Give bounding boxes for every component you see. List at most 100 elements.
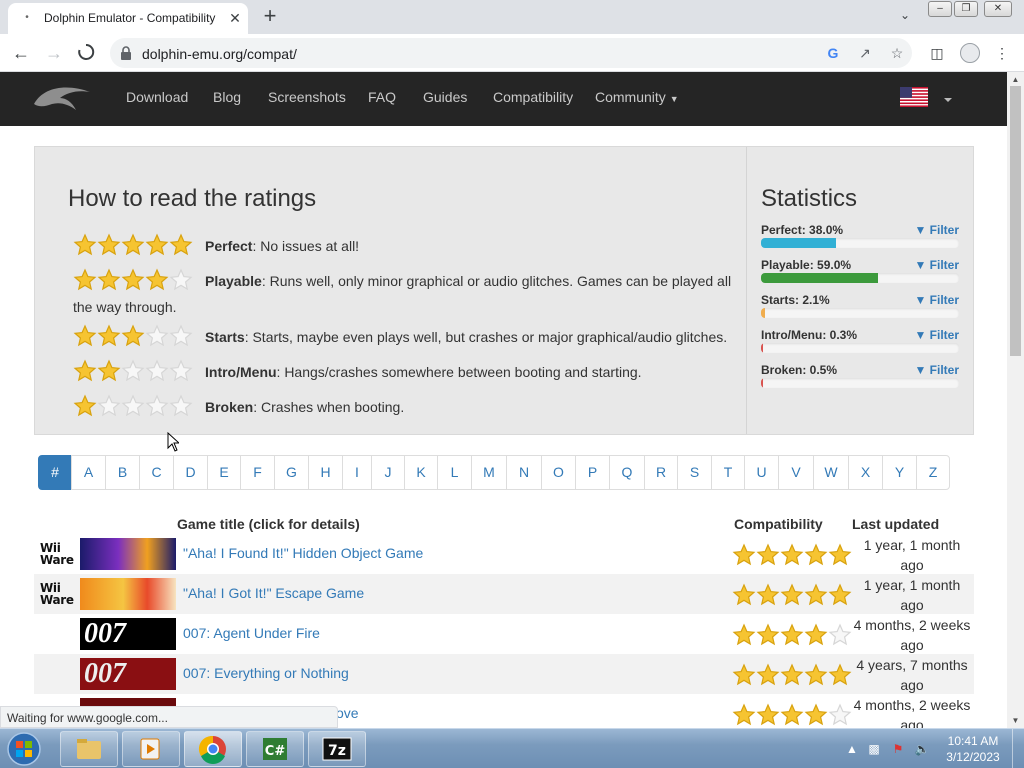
tab-search-chevron-icon[interactable]: ⌄: [896, 8, 914, 26]
game-title-link[interactable]: 007: Everything or Nothing: [183, 665, 349, 681]
two-star-icon: [73, 359, 193, 388]
share-icon[interactable]: ↗: [856, 44, 874, 62]
system-clock[interactable]: 10:41 AM 3/12/2023: [940, 733, 1006, 765]
taskbar-7zip[interactable]: 7z: [308, 731, 366, 767]
taskbar-media-player[interactable]: [122, 731, 180, 767]
col-header-title[interactable]: Game title (click for details): [177, 516, 360, 532]
pager-letter-t[interactable]: T: [711, 455, 745, 490]
table-row[interactable]: 007 007: Agent Under Fire 4 months, 2 we…: [34, 614, 974, 654]
filter-button[interactable]: ▼ Filter: [914, 328, 959, 342]
pager-letter-s[interactable]: S: [677, 455, 712, 490]
filter-button[interactable]: ▼ Filter: [914, 363, 959, 377]
table-row[interactable]: Wii Ware "Aha! I Found It!" Hidden Objec…: [34, 534, 974, 574]
lock-icon: [121, 46, 131, 60]
rating-text: : Starts, maybe even plays well, but cra…: [244, 329, 728, 346]
progress-bar: [761, 378, 959, 388]
pager-letter-w[interactable]: W: [813, 455, 849, 490]
scroll-down-arrow-icon[interactable]: ▼: [1011, 716, 1020, 725]
pager-letter-o[interactable]: O: [541, 455, 576, 490]
rating-text: : Crashes when booting.: [253, 399, 405, 416]
minimize-button[interactable]: –: [928, 1, 952, 17]
browser-tab-active[interactable]: • Dolphin Emulator - Compatibility ✕: [8, 3, 248, 34]
pager-letter-q[interactable]: Q: [609, 455, 645, 490]
rating-label: Starts: [205, 329, 245, 346]
taskbar-chrome[interactable]: [184, 731, 242, 767]
pager-letter-n[interactable]: N: [506, 455, 542, 490]
scrollbar-thumb[interactable]: [1010, 86, 1021, 356]
filter-label: Filter: [929, 258, 959, 272]
table-row[interactable]: Wii Ware "Aha! I Got It!" Escape Game 1 …: [34, 574, 974, 614]
filter-button[interactable]: ▼ Filter: [914, 258, 959, 272]
folder-icon: [77, 739, 101, 759]
pager-letter-r[interactable]: R: [644, 455, 678, 490]
language-caret-icon[interactable]: [944, 98, 952, 102]
game-title-link[interactable]: "Aha! I Found It!" Hidden Object Game: [183, 545, 423, 561]
filter-button[interactable]: ▼ Filter: [914, 223, 959, 237]
page-scrollbar[interactable]: ▲ ▼: [1007, 72, 1024, 728]
forward-arrow-icon[interactable]: →: [42, 42, 66, 64]
tray-expand-icon[interactable]: ▲: [844, 741, 860, 757]
chrome-icon: [198, 735, 226, 764]
us-flag-icon[interactable]: [900, 87, 928, 107]
pager-letter-v[interactable]: V: [778, 455, 814, 490]
pager-letter-h[interactable]: H: [308, 455, 343, 490]
nav-faq[interactable]: FAQ: [368, 89, 396, 105]
new-tab-button[interactable]: +: [258, 5, 282, 29]
pager-letter-e[interactable]: E: [207, 455, 241, 490]
pager-letter-a[interactable]: A: [71, 455, 106, 490]
pager-letter-i[interactable]: I: [342, 455, 372, 490]
table-row[interactable]: 007 007: Everything or Nothing 4 years, …: [34, 654, 974, 694]
browser-menu-icon[interactable]: ⋮: [993, 44, 1011, 62]
side-panel-icon[interactable]: ◫: [928, 44, 946, 62]
pager-letter-u[interactable]: U: [744, 455, 779, 490]
filter-button[interactable]: ▼ Filter: [914, 293, 959, 307]
pager-letter-p[interactable]: P: [575, 455, 610, 490]
action-center-flag-icon[interactable]: ⚑: [890, 741, 906, 757]
scroll-up-arrow-icon[interactable]: ▲: [1011, 75, 1020, 84]
bookmark-star-icon[interactable]: ☆: [888, 44, 906, 62]
game-title-link[interactable]: 007: Agent Under Fire: [183, 625, 320, 641]
pager-letter-l[interactable]: L: [437, 455, 472, 490]
pager-letter-f[interactable]: F: [240, 455, 275, 490]
network-icon[interactable]: ▩: [866, 741, 882, 757]
taskbar-csharp-editor[interactable]: C#: [246, 731, 304, 767]
pager-letter-j[interactable]: J: [371, 455, 405, 490]
progress-fill: [761, 238, 837, 248]
volume-icon[interactable]: 🔈: [914, 741, 930, 757]
nav-download[interactable]: Download: [126, 89, 188, 105]
tab-close-icon[interactable]: ✕: [226, 9, 244, 27]
pager-letter-d[interactable]: D: [173, 455, 208, 490]
profile-avatar-icon[interactable]: [960, 43, 980, 63]
game-title-link[interactable]: "Aha! I Got It!" Escape Game: [183, 585, 364, 601]
nav-blog[interactable]: Blog: [213, 89, 241, 105]
pager-letter-y[interactable]: Y: [882, 455, 917, 490]
game-title-link[interactable]: ove: [336, 705, 359, 721]
taskbar-explorer[interactable]: [60, 731, 118, 767]
restore-button[interactable]: ❐: [954, 1, 978, 17]
nav-guides[interactable]: Guides: [423, 89, 467, 105]
pager-letter-z[interactable]: Z: [916, 455, 950, 490]
stop-loading-icon[interactable]: [74, 42, 98, 64]
pager-letter-m[interactable]: M: [471, 455, 507, 490]
nav-community[interactable]: Community ▼: [595, 89, 679, 105]
col-header-last-updated[interactable]: Last updated: [852, 516, 939, 532]
google-icon[interactable]: G: [824, 44, 842, 62]
pager-letter-c[interactable]: C: [139, 455, 174, 490]
address-bar[interactable]: dolphin-emu.org/compat/ G ↗ ☆: [110, 38, 912, 68]
windows-start-button[interactable]: [4, 730, 44, 768]
nav-compatibility[interactable]: Compatibility: [493, 89, 573, 105]
pager-letter-x[interactable]: X: [848, 455, 883, 490]
seven-zip-icon: 7z: [322, 737, 352, 761]
dolphin-logo-icon[interactable]: [32, 82, 94, 114]
rating-row-intro-menu: Intro/Menu: Hangs/crashes somewhere betw…: [73, 359, 733, 388]
pager-letter-g[interactable]: G: [274, 455, 309, 490]
col-header-compatibility[interactable]: Compatibility: [734, 516, 823, 532]
pager-letter-hash[interactable]: #: [38, 455, 72, 490]
pager-letter-b[interactable]: B: [105, 455, 140, 490]
back-arrow-icon[interactable]: ←: [9, 42, 33, 64]
pager-letter-k[interactable]: K: [404, 455, 438, 490]
show-desktop-button[interactable]: [1012, 729, 1024, 768]
nav-screenshots[interactable]: Screenshots: [268, 89, 346, 105]
close-window-button[interactable]: ✕: [984, 1, 1012, 17]
compat-stars: [732, 583, 852, 612]
